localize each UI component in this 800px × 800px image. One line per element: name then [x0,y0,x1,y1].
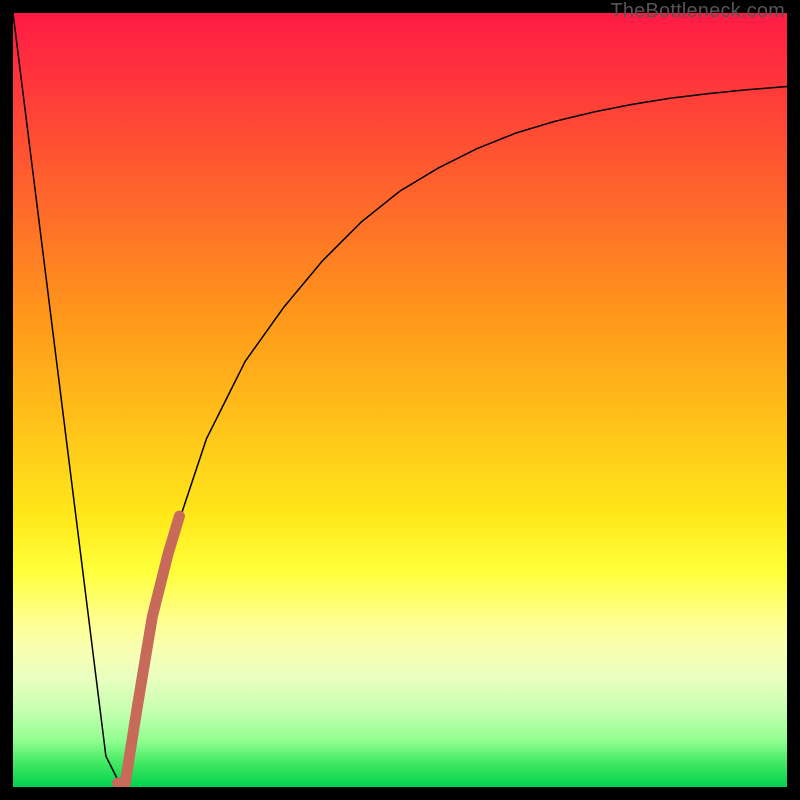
plot-background-gradient [13,13,787,787]
chart-frame [13,13,787,787]
watermark-text: TheBottleneck.com [610,0,785,23]
